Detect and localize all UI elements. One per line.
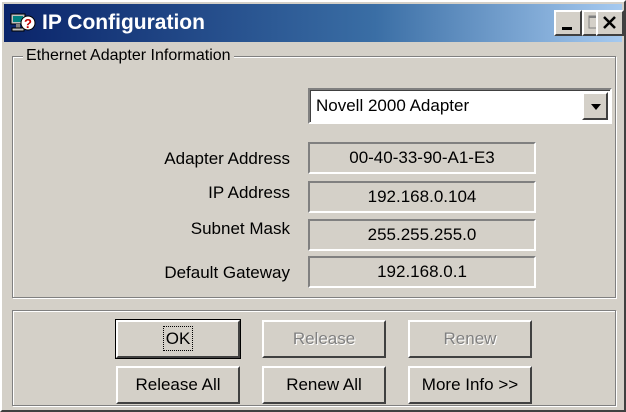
default-gateway-label: Default Gateway	[164, 263, 290, 282]
adapter-select-value: Novell 2000 Adapter	[316, 96, 470, 115]
renew-button[interactable]: Renew	[408, 320, 532, 358]
ip-address-label: IP Address	[208, 183, 290, 202]
release-all-button[interactable]: Release All	[116, 366, 240, 404]
window-title: IP Configuration	[42, 11, 205, 34]
minimize-button[interactable]	[554, 10, 582, 36]
release-button-label: Release	[292, 329, 356, 348]
adapter-address-label: Adapter Address	[164, 149, 290, 168]
release-all-button-label: Release All	[135, 375, 221, 394]
more-info-button[interactable]: More Info >>	[408, 366, 532, 404]
ok-button-label: OK	[162, 326, 194, 351]
close-button[interactable]	[596, 10, 624, 36]
adapter-address-value: 00-40-33-90-A1-E3	[308, 142, 536, 174]
adapter-select[interactable]: Novell 2000 Adapter	[308, 88, 612, 124]
network-help-icon: ?	[10, 10, 36, 36]
svg-text:?: ?	[24, 16, 32, 31]
more-info-button-label: More Info >>	[421, 375, 519, 394]
ip-configuration-window: ? IP Configuration Ethernet Adapter Info…	[0, 0, 626, 412]
minimize-icon	[562, 27, 572, 30]
subnet-mask-label: Subnet Mask	[190, 219, 290, 238]
adapter-select-button[interactable]	[582, 92, 608, 120]
title-bar[interactable]: ? IP Configuration	[4, 4, 622, 42]
subnet-mask-value: 255.255.255.0	[308, 219, 536, 251]
renew-all-button[interactable]: Renew All	[262, 366, 386, 404]
renew-button-label: Renew	[443, 329, 497, 348]
chevron-down-icon	[591, 104, 601, 110]
ip-address-value: 192.168.0.104	[308, 181, 536, 213]
default-gateway-value: 192.168.0.1	[308, 256, 536, 288]
group-label: Ethernet Adapter Information	[23, 46, 234, 66]
ok-button[interactable]: OK	[115, 319, 241, 359]
close-icon	[603, 16, 616, 29]
renew-all-button-label: Renew All	[286, 375, 362, 394]
release-button[interactable]: Release	[262, 320, 386, 358]
